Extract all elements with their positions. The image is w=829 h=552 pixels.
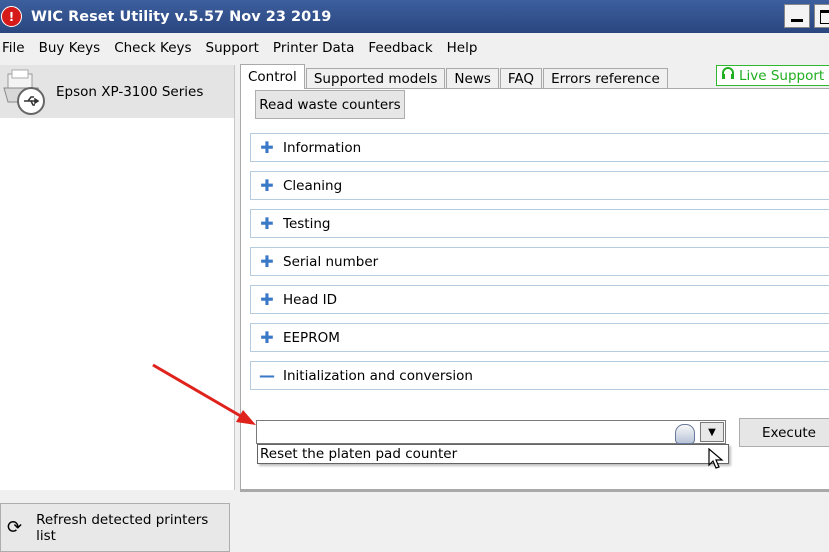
expand-icon: ✚ xyxy=(260,176,274,195)
printer-name: Epson XP-3100 Series xyxy=(56,83,204,100)
expand-icon: ✚ xyxy=(260,290,274,309)
live-support-label: Live Support is xyxy=(739,67,829,84)
menu-file[interactable]: File xyxy=(0,40,32,56)
chevron-down-icon[interactable]: ▼ xyxy=(700,422,724,442)
menu-help[interactable]: Help xyxy=(440,40,485,56)
maximize-button[interactable] xyxy=(814,4,829,28)
expand-icon: ✚ xyxy=(260,214,274,233)
section-label: Testing xyxy=(283,215,331,232)
execute-button[interactable]: Execute xyxy=(739,418,829,447)
stop-icon: ! xyxy=(1,6,22,27)
menu-bar: File Buy Keys Check Keys Support Printer… xyxy=(0,33,829,62)
menu-buy-keys[interactable]: Buy Keys xyxy=(32,40,108,56)
main-panel: Control Supported models News FAQ Errors… xyxy=(240,64,829,497)
tab-news[interactable]: News xyxy=(446,68,499,89)
dropdown-option[interactable]: Reset the platen pad counter xyxy=(260,445,728,463)
tab-strip: Control Supported models News FAQ Errors… xyxy=(240,64,669,89)
menu-printer-data[interactable]: Printer Data xyxy=(266,40,361,56)
printers-panel: Epson XP-3100 Series ⟳ Refresh detected … xyxy=(0,65,235,552)
mouse-cursor-icon xyxy=(708,448,724,469)
headset-icon xyxy=(721,66,735,85)
minimize-button[interactable] xyxy=(784,4,810,28)
tab-supported-models[interactable]: Supported models xyxy=(305,68,446,89)
live-support-button[interactable]: Live Support is xyxy=(716,65,829,86)
section-label: Head ID xyxy=(283,291,337,308)
expand-icon: ✚ xyxy=(260,328,274,347)
section-label: Information xyxy=(283,139,362,156)
menu-check-keys[interactable]: Check Keys xyxy=(107,40,198,56)
section-cleaning[interactable]: ✚ Cleaning xyxy=(250,171,829,200)
section-eeprom[interactable]: ✚ EEPROM xyxy=(250,323,829,352)
window-title: WIC Reset Utility v.5.57 Nov 23 2019 xyxy=(31,8,332,25)
printer-list-item[interactable]: Epson XP-3100 Series xyxy=(0,65,234,118)
read-waste-counters-button[interactable]: Read waste counters xyxy=(255,90,405,119)
dropdown-list: Reset the platen pad counter xyxy=(257,444,729,464)
expand-icon: ✚ xyxy=(260,138,274,157)
collapse-icon: — xyxy=(259,366,275,385)
section-information[interactable]: ✚ Information xyxy=(250,133,829,162)
control-tab-content: Read waste counters ✚ Information ✚ Clea… xyxy=(240,88,829,490)
section-label: EEPROM xyxy=(283,329,340,346)
title-bar: ! WIC Reset Utility v.5.57 Nov 23 2019 xyxy=(0,0,829,33)
refresh-printers-button[interactable]: ⟳ Refresh detected printers list xyxy=(0,503,230,552)
section-head-id[interactable]: ✚ Head ID xyxy=(250,285,829,314)
refresh-label: Refresh detected printers list xyxy=(36,511,209,544)
section-serial-number[interactable]: ✚ Serial number xyxy=(250,247,829,276)
tab-errors-reference[interactable]: Errors reference xyxy=(543,68,668,89)
section-label: Cleaning xyxy=(283,177,343,194)
section-testing[interactable]: ✚ Testing xyxy=(250,209,829,238)
expand-icon: ✚ xyxy=(260,252,274,271)
usb-printer-icon xyxy=(3,69,45,115)
initialization-combo[interactable]: ▼ xyxy=(256,420,726,444)
refresh-icon: ⟳ xyxy=(7,517,23,538)
tab-control[interactable]: Control xyxy=(240,64,305,89)
menu-support[interactable]: Support xyxy=(199,40,266,56)
menu-feedback[interactable]: Feedback xyxy=(361,40,439,56)
section-label: Serial number xyxy=(283,253,379,270)
section-initialization[interactable]: — Initialization and conversion xyxy=(250,361,829,390)
panel-bottom-border xyxy=(240,489,829,492)
section-label: Initialization and conversion xyxy=(283,367,473,384)
tab-faq[interactable]: FAQ xyxy=(499,68,543,89)
mouse-icon xyxy=(675,424,695,444)
